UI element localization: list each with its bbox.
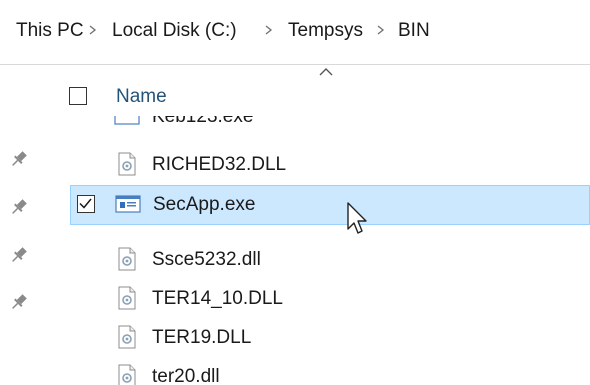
file-explorer-view: This PC Local Disk (C:) Tempsys BIN Name…: [0, 0, 590, 385]
dll-file-icon: [118, 286, 136, 310]
file-name: RICHED32.DLL: [152, 154, 287, 175]
checkmark-icon: [79, 198, 92, 209]
file-list[interactable]: Keb123.exe RICHED32.DLL SecApp.exe Ssce5…: [0, 116, 590, 385]
breadcrumb-item-bin[interactable]: BIN: [398, 18, 430, 44]
breadcrumb-item-this-pc[interactable]: This PC: [16, 18, 84, 44]
chevron-right-icon: [265, 25, 273, 35]
file-name: TER19.DLL: [152, 327, 252, 348]
breadcrumb-item-local-disk[interactable]: Local Disk (C:): [112, 18, 237, 44]
application-icon: [115, 195, 141, 213]
application-icon: [114, 116, 140, 125]
file-name: ter20.dll: [152, 366, 220, 385]
dll-file-icon: [118, 325, 136, 349]
row-checkbox[interactable]: [77, 195, 95, 213]
file-name: TER14_10.DLL: [152, 288, 283, 309]
breadcrumb-item-tempsys[interactable]: Tempsys: [288, 18, 363, 44]
list-item[interactable]: Keb123.exe: [70, 116, 590, 138]
list-item-selected[interactable]: SecApp.exe: [70, 185, 590, 225]
list-item[interactable]: RICHED32.DLL: [70, 146, 590, 186]
dll-file-icon: [118, 364, 136, 385]
list-item[interactable]: TER19.DLL: [70, 319, 590, 359]
column-header-name[interactable]: Name: [116, 84, 167, 110]
list-item[interactable]: ter20.dll: [70, 358, 590, 385]
dll-file-icon: [118, 247, 136, 271]
list-item[interactable]: TER14_10.DLL: [70, 280, 590, 320]
chevron-right-icon: [377, 25, 385, 35]
dll-file-icon: [118, 152, 136, 176]
mouse-pointer-icon: [347, 202, 367, 234]
breadcrumb[interactable]: This PC Local Disk (C:) Tempsys BIN: [0, 0, 590, 65]
file-name: SecApp.exe: [153, 194, 256, 215]
chevron-right-icon: [89, 25, 97, 35]
sort-ascending-icon[interactable]: [318, 67, 334, 77]
file-name: Keb123.exe: [152, 116, 254, 127]
list-item[interactable]: Ssce5232.dll: [70, 241, 590, 281]
select-all-checkbox[interactable]: [69, 87, 87, 105]
file-name: Ssce5232.dll: [152, 249, 261, 270]
